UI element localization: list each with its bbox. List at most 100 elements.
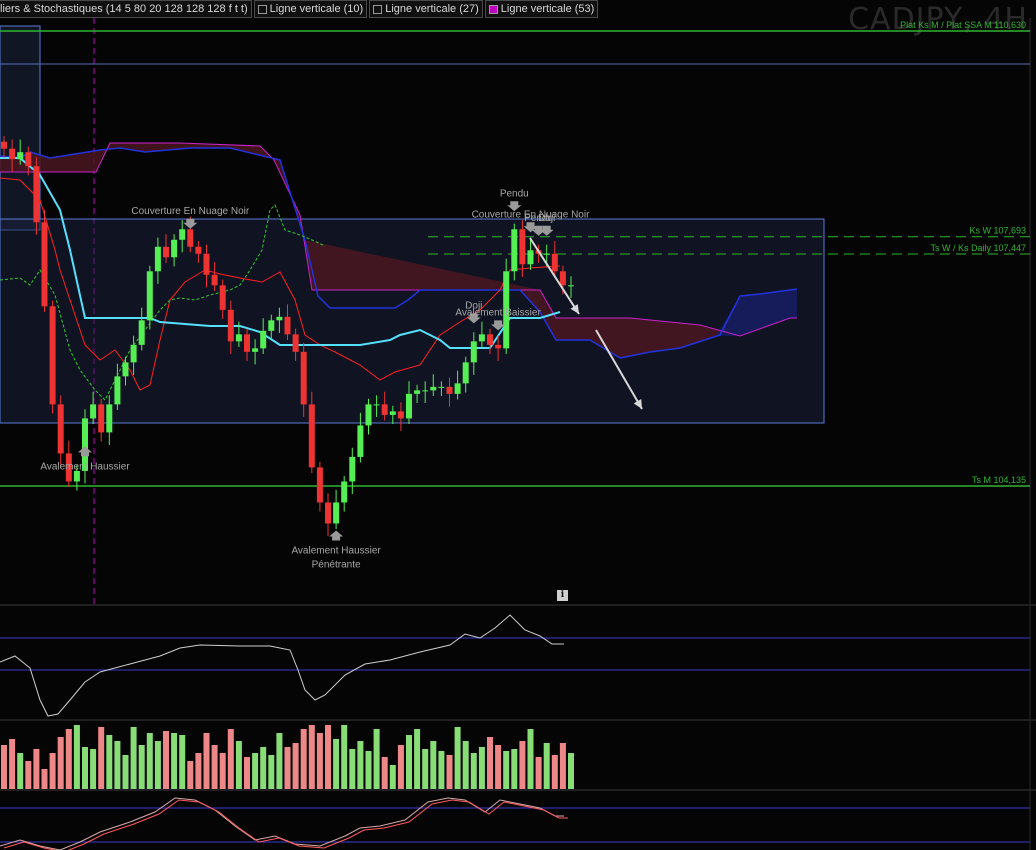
volume-bar bbox=[300, 729, 307, 789]
candle-body bbox=[211, 274, 218, 286]
volume-bar bbox=[568, 753, 574, 789]
candle-body bbox=[33, 166, 40, 223]
candle-body bbox=[203, 253, 210, 275]
candle-body bbox=[381, 404, 388, 415]
volume-bar bbox=[9, 739, 16, 789]
volume-bar bbox=[535, 757, 542, 789]
candle-body bbox=[9, 148, 16, 160]
candle-body bbox=[154, 246, 161, 272]
volume-bar bbox=[406, 735, 412, 789]
volume-bar bbox=[41, 769, 48, 789]
candle-body bbox=[470, 341, 477, 363]
candle-body bbox=[17, 152, 24, 160]
candle-body bbox=[146, 271, 153, 321]
volume-bar bbox=[511, 749, 518, 789]
volume-bar bbox=[438, 751, 445, 789]
candle-body bbox=[292, 334, 299, 352]
volume-bar bbox=[559, 743, 566, 789]
volume-bar bbox=[397, 745, 404, 789]
volume-bar bbox=[57, 737, 64, 789]
volume-bar bbox=[341, 725, 348, 789]
candle-body bbox=[551, 253, 558, 272]
pattern-label: Pendu bbox=[500, 188, 529, 199]
volume-bar bbox=[478, 747, 485, 789]
candle-body bbox=[454, 383, 461, 394]
volume-bar bbox=[316, 733, 323, 789]
candle-body bbox=[308, 404, 315, 468]
candle-body bbox=[333, 502, 340, 524]
candle-body bbox=[478, 334, 485, 342]
volume-bar bbox=[17, 753, 24, 789]
zone-rect-main bbox=[0, 218, 825, 424]
candle-body bbox=[543, 253, 550, 255]
pattern-label: Doji bbox=[538, 213, 555, 224]
candle-body bbox=[365, 404, 372, 426]
volume-bar bbox=[235, 741, 242, 789]
candle-body bbox=[138, 320, 145, 345]
pattern-label-line2: Pénétrante bbox=[312, 559, 361, 570]
volume-bar bbox=[292, 743, 299, 789]
volume-bar bbox=[65, 729, 72, 789]
candle-body bbox=[284, 316, 291, 335]
volume-bar bbox=[325, 725, 331, 789]
candle-body bbox=[73, 470, 80, 482]
volume-bar bbox=[211, 745, 218, 789]
volume-bar bbox=[495, 745, 502, 789]
volume-bar bbox=[203, 733, 210, 789]
candle-body bbox=[349, 456, 356, 482]
candle-body bbox=[227, 309, 234, 342]
candle-body bbox=[357, 425, 364, 457]
volume-bar bbox=[333, 739, 340, 789]
volume-bar bbox=[487, 737, 493, 789]
volume-bar bbox=[219, 753, 226, 789]
volume-bar bbox=[146, 733, 153, 789]
candle-body bbox=[41, 222, 48, 307]
candle-body bbox=[430, 386, 437, 391]
volume-bar bbox=[414, 729, 421, 789]
volume-bar bbox=[33, 749, 40, 789]
volume-bar bbox=[82, 747, 88, 789]
pattern-label: Avalement Haussier bbox=[40, 461, 130, 472]
volume-bar bbox=[365, 751, 372, 789]
volume-bar bbox=[122, 755, 129, 789]
candle-body bbox=[487, 334, 493, 345]
volume-bar bbox=[462, 741, 469, 789]
volume-bar bbox=[503, 751, 510, 789]
candle-body bbox=[276, 316, 283, 321]
price-chart[interactable]: Plat Ks M / Plat SSA M 110,630 Ks W 107,6… bbox=[0, 0, 1036, 850]
volume-bar bbox=[543, 743, 550, 789]
candle-body bbox=[98, 404, 105, 433]
volume-bar bbox=[276, 733, 283, 789]
info-icon[interactable]: i bbox=[557, 590, 568, 601]
price-level-label: Ts M 104,135 bbox=[972, 475, 1026, 485]
candle-body bbox=[219, 285, 226, 310]
volume-bar bbox=[373, 729, 380, 789]
volume-bar bbox=[244, 757, 250, 789]
volume-bar bbox=[349, 749, 356, 789]
volume-bar bbox=[25, 761, 32, 789]
candle-body bbox=[114, 376, 121, 405]
volume-bar bbox=[227, 729, 234, 789]
candle-body bbox=[446, 386, 453, 394]
candle-body bbox=[325, 502, 331, 524]
volume-bar bbox=[422, 749, 429, 789]
candle-body bbox=[106, 404, 113, 433]
volume-bar bbox=[49, 753, 56, 789]
candle-body bbox=[25, 152, 32, 167]
volume-bar bbox=[73, 725, 80, 789]
volume-bar bbox=[446, 755, 453, 789]
candle-body bbox=[397, 411, 404, 419]
volume-bar bbox=[527, 729, 534, 789]
candle-body bbox=[559, 271, 566, 286]
candle-body bbox=[179, 229, 186, 240]
volume-bar bbox=[154, 741, 161, 789]
candle-body bbox=[1, 141, 7, 149]
volume-bar bbox=[260, 747, 267, 789]
volume-bar bbox=[90, 749, 97, 789]
volume-bar bbox=[171, 733, 178, 789]
volume-bar bbox=[195, 753, 202, 789]
pattern-label: Couverture En Nuage Noir bbox=[131, 206, 250, 217]
price-level-label: Ts W / Ks Daily 107,447 bbox=[930, 243, 1026, 253]
candle-body bbox=[406, 393, 412, 419]
candle-body bbox=[422, 390, 429, 392]
